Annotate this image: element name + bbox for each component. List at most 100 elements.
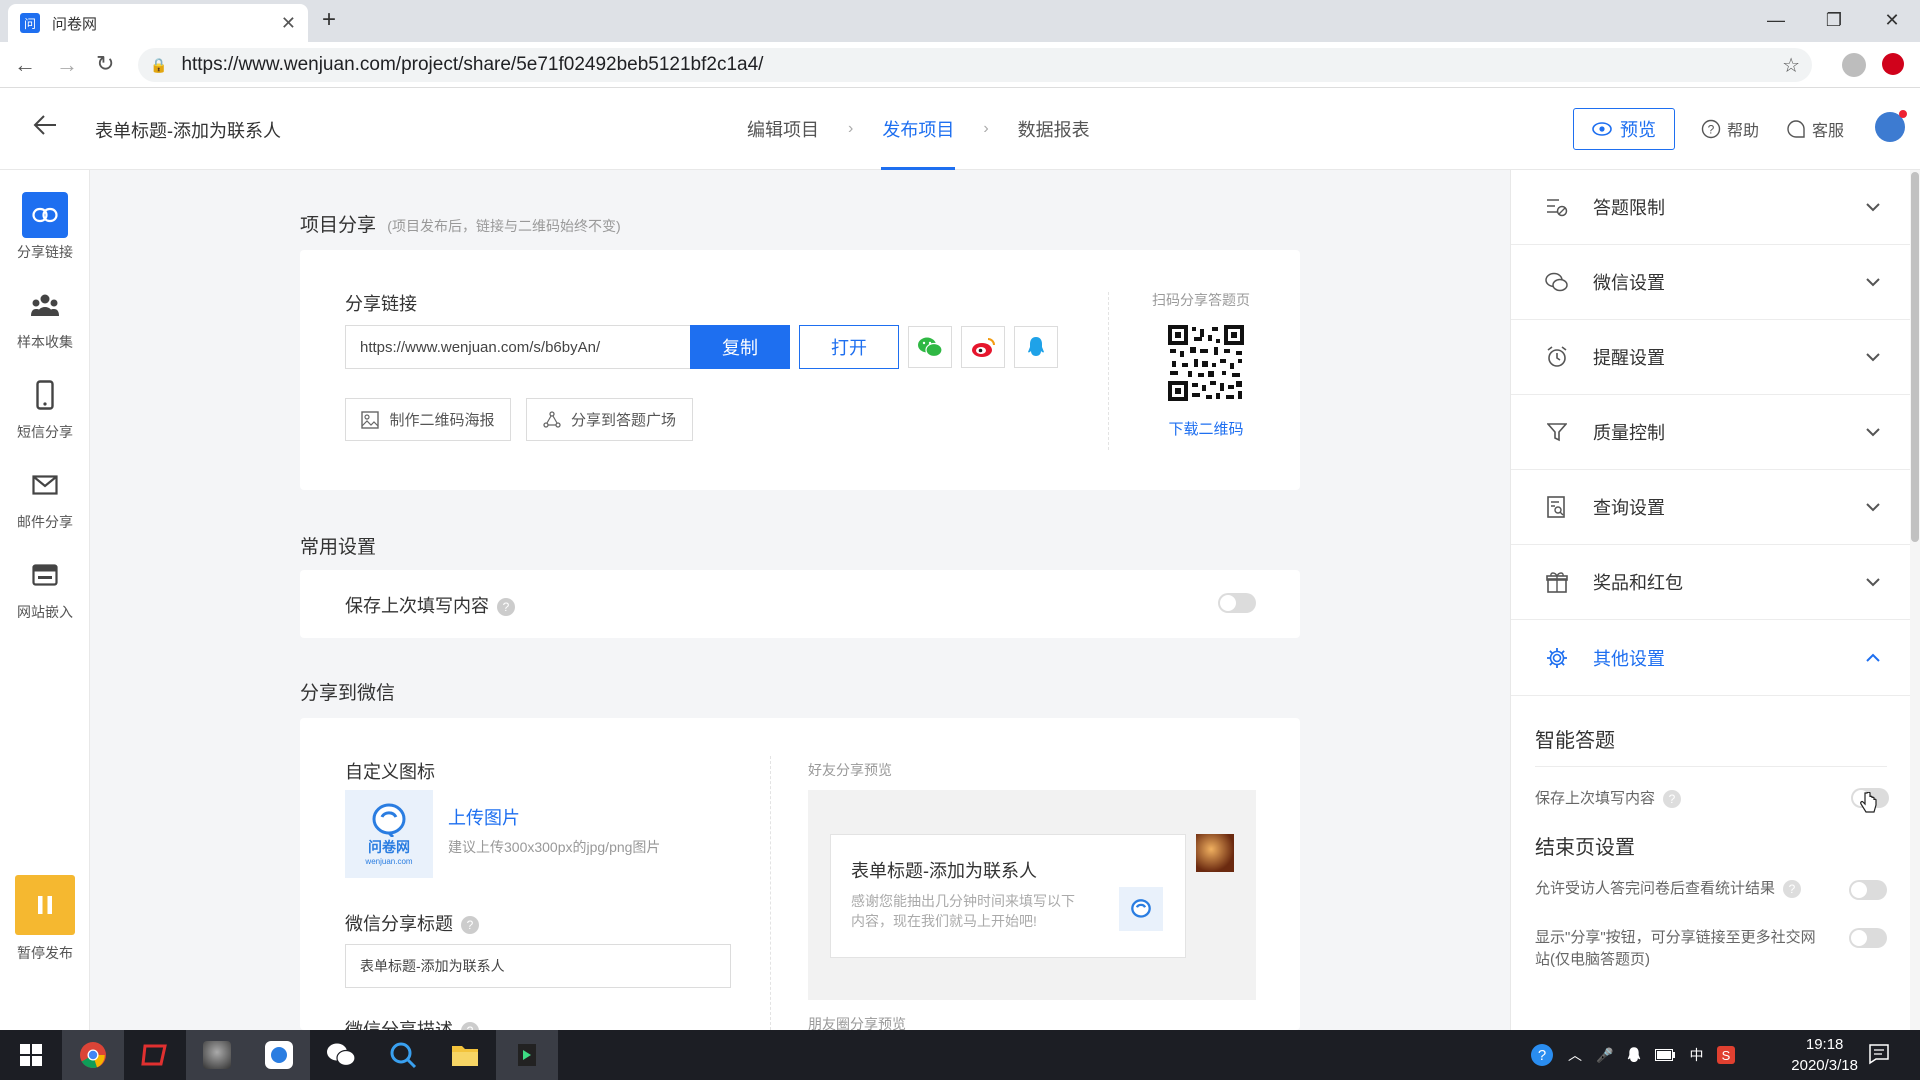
make-qr-poster-button[interactable]: 制作二维码海报 <box>345 398 511 441</box>
preview-avatar <box>1196 834 1234 872</box>
extension-icon[interactable] <box>1882 53 1904 75</box>
help-icon[interactable]: ? <box>1663 790 1682 809</box>
help-icon[interactable]: ? <box>1783 880 1802 899</box>
end-share-toggle[interactable] <box>1849 928 1887 948</box>
nav-sample[interactable]: 样本收集 <box>0 282 90 352</box>
help-link[interactable]: ? 帮助 <box>1701 108 1759 150</box>
window-close-button[interactable]: ✕ <box>1864 0 1920 40</box>
profile-icon[interactable] <box>1842 53 1866 77</box>
step-edit[interactable]: 编辑项目 <box>746 88 820 170</box>
share-to-square-button[interactable]: 分享到答题广场 <box>526 398 693 441</box>
nav-sms[interactable]: 短信分享 <box>0 372 90 442</box>
app-green-taskbar-icon[interactable] <box>496 1030 558 1080</box>
forward-nav-icon[interactable]: → <box>56 52 78 78</box>
copy-button[interactable]: 复制 <box>690 325 790 369</box>
chrome-taskbar-icon[interactable] <box>62 1030 124 1080</box>
step-publish[interactable]: 发布项目 <box>881 88 956 170</box>
pause-button[interactable] <box>15 875 75 935</box>
panel-scrollbar-thumb[interactable] <box>1911 172 1919 542</box>
back-arrow-icon[interactable] <box>32 112 58 138</box>
chevron-down-icon <box>1865 277 1881 287</box>
query-doc-icon <box>1545 495 1569 519</box>
app-blue-taskbar-icon[interactable] <box>248 1030 310 1080</box>
qq-tray-icon[interactable] <box>1627 1046 1641 1064</box>
logo-text: 问卷网 <box>368 838 410 855</box>
system-clock[interactable]: 19:18 2020/3/18 <box>1791 1034 1858 1076</box>
step-report[interactable]: 数据报表 <box>1017 88 1091 170</box>
accordion-prizes[interactable]: 奖品和红包 <box>1511 545 1911 620</box>
limit-icon <box>1545 195 1569 219</box>
share-link-field[interactable]: https://www.wenjuan.com/s/b6byAn/ <box>345 325 691 369</box>
accordion-query-settings[interactable]: 查询设置 <box>1511 470 1911 545</box>
share-title-input[interactable]: 表单标题-添加为联系人 <box>345 944 731 988</box>
help-tray-icon[interactable]: ? <box>1530 1043 1554 1067</box>
file-explorer-taskbar-icon[interactable] <box>434 1030 496 1080</box>
nav-email[interactable]: 邮件分享 <box>0 462 90 532</box>
reload-icon[interactable]: ↻ <box>96 51 114 77</box>
nav-embed[interactable]: 网站嵌入 <box>0 552 90 622</box>
page-title: 表单标题-添加为联系人 <box>95 121 281 141</box>
service-link[interactable]: 客服 <box>1786 108 1844 150</box>
wechat-taskbar-icon[interactable] <box>310 1030 372 1080</box>
windows-start-icon[interactable] <box>0 1030 62 1080</box>
url-field[interactable]: 🔒 https://www.wenjuan.com/project/share/… <box>138 48 1812 82</box>
favicon-icon: 问 <box>20 13 40 33</box>
microphone-icon[interactable]: 🎤 <box>1596 1047 1613 1064</box>
tray: ? ︿ 🎤 中 S <box>1530 1030 1736 1080</box>
avatar[interactable] <box>1875 110 1907 142</box>
close-tab-icon[interactable]: ✕ <box>281 13 296 34</box>
wechat-share-button[interactable] <box>908 326 952 368</box>
download-qr-link[interactable]: 下载二维码 <box>1168 418 1244 439</box>
browser-tab-bar: 问 问卷网 ✕ + — ❐ ✕ <box>0 0 1920 42</box>
nav-label: 邮件分享 <box>17 514 73 530</box>
accordion-quality-control[interactable]: 质量控制 <box>1511 395 1911 470</box>
share-section-title: 项目分享 (项目发布后，链接与二维码始终不变) <box>300 210 621 237</box>
help-icon[interactable]: ? <box>461 1022 479 1030</box>
end-stats-label: 允许受访人答完问卷后查看统计结果 <box>1535 880 1776 897</box>
accordion-reminder[interactable]: 提醒设置 <box>1511 320 1911 395</box>
sogou-tray-icon[interactable]: S <box>1717 1046 1736 1064</box>
notification-center-icon[interactable] <box>1868 1043 1890 1065</box>
pause-label[interactable]: 暂停发布 <box>0 943 90 963</box>
share-card: 分享链接 https://www.wenjuan.com/s/b6byAn/ 复… <box>300 250 1300 490</box>
share-hint: (项目发布后，链接与二维码始终不变) <box>387 218 621 234</box>
upload-image-link[interactable]: 上传图片 <box>448 804 520 830</box>
bookmark-star-icon[interactable]: ☆ <box>1782 53 1800 78</box>
preview-button[interactable]: 预览 <box>1573 108 1675 150</box>
settings-panel: 答题限制 微信设置 提醒设置 质量控制 查询设置 奖品和红包 其他设置 智能答题… <box>1510 170 1911 1030</box>
share-title-label: 微信分享标题? <box>345 910 479 936</box>
open-button[interactable]: 打开 <box>799 325 899 369</box>
minimize-button[interactable]: — <box>1748 0 1804 40</box>
chevron-down-icon <box>1865 427 1881 437</box>
ime-indicator[interactable]: 中 <box>1689 1045 1703 1065</box>
end-stats-toggle[interactable] <box>1849 880 1887 900</box>
nav-share-link[interactable]: 分享链接 <box>0 192 90 262</box>
app-red-taskbar-icon[interactable] <box>124 1030 186 1080</box>
help-icon[interactable]: ? <box>497 598 515 617</box>
new-tab-button[interactable]: + <box>322 6 336 34</box>
windows-taskbar: ? ︿ 🎤 中 S 19:18 2020/3/18 <box>0 1030 1920 1080</box>
help-icon[interactable]: ? <box>461 916 479 935</box>
share-nodes-icon <box>543 410 561 429</box>
accordion-answer-limit[interactable]: 答题限制 <box>1511 170 1911 245</box>
divider <box>1108 292 1109 450</box>
share-title-label-text: 微信分享标题 <box>345 914 453 934</box>
weibo-share-button[interactable] <box>961 326 1005 368</box>
accordion-label: 奖品和红包 <box>1593 573 1683 593</box>
search-app-taskbar-icon[interactable] <box>372 1030 434 1080</box>
save-last-toggle[interactable] <box>1218 593 1256 613</box>
browser-tab[interactable]: 问 问卷网 ✕ <box>8 4 308 42</box>
app-avatar-taskbar-icon[interactable] <box>186 1030 248 1080</box>
svg-text:?: ? <box>1538 1047 1546 1064</box>
accordion-wechat-settings[interactable]: 微信设置 <box>1511 245 1911 320</box>
nav-label: 分享链接 <box>17 244 73 260</box>
chevron-up-tray-icon[interactable]: ︿ <box>1568 1045 1582 1065</box>
friend-preview-box: 表单标题-添加为联系人 感谢您能抽出几分钟时间来填写以下内容，现在我们就马上开始… <box>808 790 1256 1000</box>
accordion-other-settings[interactable]: 其他设置 <box>1511 620 1911 695</box>
chevron-right-icon: › <box>983 120 989 137</box>
back-nav-icon[interactable]: ← <box>14 52 36 78</box>
custom-logo-image[interactable]: 问卷网 wenjuan.com <box>345 790 433 878</box>
qq-share-button[interactable] <box>1014 326 1058 368</box>
wenjuan-logo-icon <box>372 802 406 837</box>
restore-button[interactable]: ❐ <box>1806 0 1862 40</box>
